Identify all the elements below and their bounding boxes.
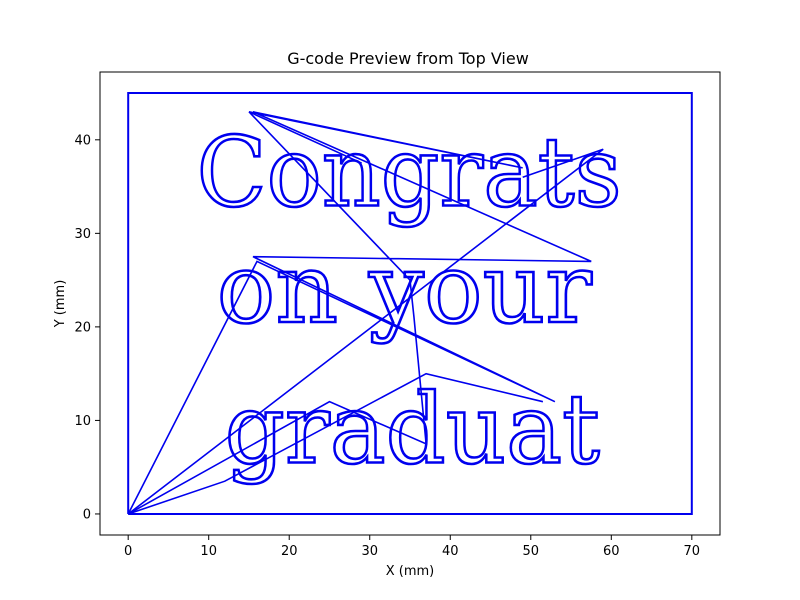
- engraved-line-1: Congrats: [197, 116, 622, 228]
- y-tick-label: 10: [74, 414, 91, 429]
- y-tick-label: 0: [83, 507, 91, 522]
- x-tick-label: 40: [442, 544, 459, 559]
- x-tick-label: 30: [361, 544, 378, 559]
- x-tick-label: 0: [124, 544, 132, 559]
- y-tick-label: 30: [74, 227, 91, 242]
- y-axis-ticks: 0 10 20 30 40: [74, 133, 100, 522]
- x-tick-label: 20: [281, 544, 298, 559]
- x-tick-label: 70: [684, 544, 701, 559]
- x-tick-label: 60: [603, 544, 620, 559]
- chart-title: G-code Preview from Top View: [287, 49, 529, 68]
- y-tick-label: 20: [74, 320, 91, 335]
- x-axis-ticks: 0 10 20 30 40 50 60 70: [124, 535, 700, 559]
- y-tick-label: 40: [74, 133, 91, 148]
- x-axis-label: X (mm): [386, 564, 435, 579]
- x-tick-label: 10: [200, 544, 217, 559]
- engraved-line-2: on your: [217, 233, 592, 345]
- x-tick-label: 50: [523, 544, 540, 559]
- y-axis-label: Y (mm): [53, 280, 68, 329]
- engraved-text-paths: Congratson your graduat: [195, 115, 623, 487]
- engraved-line-3: graduat: [225, 374, 600, 486]
- gcode-preview-chart: G-code Preview from Top View Congratson …: [53, 49, 721, 579]
